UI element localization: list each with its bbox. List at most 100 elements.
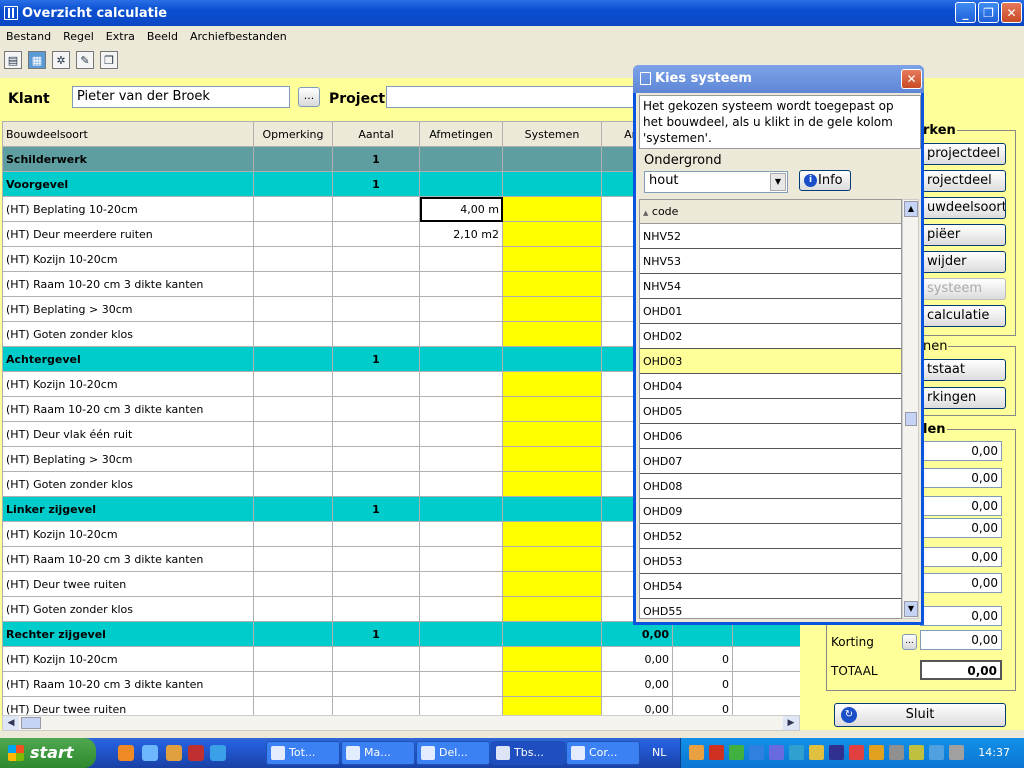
cell-opmerking[interactable] (253, 671, 333, 697)
scroll-thumb[interactable] (21, 717, 41, 729)
total-value-7[interactable]: 0,00 (920, 606, 1002, 626)
cell-bouwdeelsoort[interactable]: Linker zijgevel (2, 496, 254, 522)
cell-bouwdeelsoort[interactable]: Schilderwerk (2, 146, 254, 172)
cell-systemen[interactable] (502, 346, 602, 372)
cell-afmetingen[interactable] (419, 296, 503, 322)
projectdeel-button[interactable]: projectdeel (922, 143, 1006, 165)
copy-icon[interactable]: ❐ (100, 51, 118, 69)
cell-aantal[interactable]: 1 (332, 621, 420, 647)
cell-systemen[interactable] (502, 696, 602, 715)
cell-arbeid[interactable]: 0,00 (601, 696, 673, 715)
cell-extra-2[interactable] (732, 696, 800, 715)
list-item[interactable]: OHD04 (640, 374, 901, 399)
cell-aantal[interactable] (332, 571, 420, 597)
kopieer-button[interactable]: piëer (922, 224, 1006, 246)
cell-aantal[interactable] (332, 521, 420, 547)
cell-afmetingen[interactable] (419, 396, 503, 422)
cell-aantal[interactable] (332, 421, 420, 447)
cell-bouwdeelsoort[interactable]: (HT) Kozijn 10-20cm (2, 646, 254, 672)
cell-afmetingen[interactable] (419, 371, 503, 397)
cell-systemen[interactable] (502, 146, 602, 172)
chevron-down-icon[interactable]: ▼ (770, 173, 786, 191)
cell-aantal[interactable] (332, 696, 420, 715)
cell-opmerking[interactable] (253, 421, 333, 447)
list-item[interactable]: OHD07 (640, 449, 901, 474)
cell-opmerking[interactable] (253, 396, 333, 422)
scroll-up-icon[interactable]: ▲ (904, 201, 918, 217)
cell-bouwdeelsoort[interactable]: (HT) Beplating 10-20cm (2, 196, 254, 222)
cell-bouwdeelsoort[interactable]: (HT) Deur vlak één ruit (2, 421, 254, 447)
total-value-1[interactable]: 0,00 (920, 441, 1002, 461)
tray-icon[interactable] (729, 745, 744, 760)
cell-afmetingen[interactable]: 2,10 m2 (419, 221, 503, 247)
menu-beeld[interactable]: Beeld (147, 30, 178, 43)
cell-bouwdeelsoort[interactable]: (HT) Raam 10-20 cm 3 dikte kanten (2, 671, 254, 697)
horizontal-scrollbar[interactable]: ◀ ▶ (2, 715, 800, 731)
list-item[interactable]: OHD08 (640, 474, 901, 499)
cell-aantal[interactable]: 1 (332, 171, 420, 197)
cell-opmerking[interactable] (253, 646, 333, 672)
cell-afmetingen[interactable] (419, 696, 503, 715)
cell-afmetingen[interactable] (419, 521, 503, 547)
cell-bouwdeelsoort[interactable]: (HT) Beplating > 30cm (2, 296, 254, 322)
cell-aantal[interactable] (332, 471, 420, 497)
cell-arbeid[interactable]: 0,00 (601, 646, 673, 672)
table-row[interactable]: (HT) Raam 10-20 cm 3 dikte kanten 0,00 0 (2, 671, 800, 697)
tray-icon[interactable] (889, 745, 904, 760)
cell-opmerking[interactable] (253, 446, 333, 472)
cell-aantal[interactable] (332, 396, 420, 422)
cell-aantal[interactable]: 1 (332, 496, 420, 522)
task-button-3[interactable]: Del... (416, 741, 490, 765)
total-value-5[interactable]: 0,00 (920, 547, 1002, 567)
cell-opmerking[interactable] (253, 546, 333, 572)
table-row[interactable]: (HT) Kozijn 10-20cm 0,00 0 (2, 646, 800, 672)
cell-afmetingen[interactable] (419, 346, 503, 372)
cell-extra-1[interactable]: 0 (672, 696, 733, 715)
menu-regel[interactable]: Regel (63, 30, 94, 43)
cell-systemen[interactable] (502, 421, 602, 447)
cell-bouwdeelsoort[interactable]: (HT) Beplating > 30cm (2, 446, 254, 472)
cell-afmetingen[interactable] (419, 621, 503, 647)
list-item[interactable]: NHV52 (640, 224, 901, 249)
cell-opmerking[interactable] (253, 146, 333, 172)
cell-arbeid[interactable]: 0,00 (601, 671, 673, 697)
cell-systemen[interactable] (502, 571, 602, 597)
cell-systemen[interactable] (502, 596, 602, 622)
grid-view-icon[interactable]: ▦ (28, 51, 46, 69)
cell-opmerking[interactable] (253, 196, 333, 222)
cell-afmetingen[interactable] (419, 246, 503, 272)
cell-bouwdeelsoort[interactable]: (HT) Kozijn 10-20cm (2, 246, 254, 272)
column-header-systemen[interactable]: Systemen (502, 121, 602, 147)
cell-afmetingen[interactable] (419, 496, 503, 522)
cell-systemen[interactable] (502, 196, 602, 222)
cell-systemen[interactable] (502, 321, 602, 347)
cell-systemen[interactable] (502, 446, 602, 472)
cell-opmerking[interactable] (253, 346, 333, 372)
menu-extra[interactable]: Extra (106, 30, 135, 43)
firefox-icon[interactable] (118, 745, 134, 761)
cell-aantal[interactable]: 1 (332, 346, 420, 372)
cell-systemen[interactable] (502, 646, 602, 672)
cell-aantal[interactable] (332, 296, 420, 322)
tray-icon[interactable] (789, 745, 804, 760)
cell-aantal[interactable] (332, 596, 420, 622)
cell-extra-2[interactable] (732, 646, 800, 672)
cell-opmerking[interactable] (253, 521, 333, 547)
column-header-afmetingen[interactable]: Afmetingen (419, 121, 503, 147)
tray-icon[interactable] (769, 745, 784, 760)
maximize-button[interactable]: ❐ (978, 2, 999, 23)
cell-afmetingen[interactable] (419, 446, 503, 472)
cell-opmerking[interactable] (253, 246, 333, 272)
dialog-close-button[interactable]: ✕ (901, 69, 922, 89)
tray-icon[interactable] (909, 745, 924, 760)
task-button-4[interactable]: Tbs... (491, 741, 565, 765)
cell-systemen[interactable] (502, 296, 602, 322)
cell-systemen[interactable] (502, 671, 602, 697)
cell-systemen[interactable] (502, 496, 602, 522)
klant-lookup-button[interactable]: ... (298, 87, 320, 107)
cell-systemen[interactable] (502, 246, 602, 272)
cell-extra-2[interactable] (732, 671, 800, 697)
sluit-button[interactable]: ↻ Sluit (834, 703, 1006, 727)
tray-icon[interactable] (689, 745, 704, 760)
cell-afmetingen[interactable] (419, 146, 503, 172)
